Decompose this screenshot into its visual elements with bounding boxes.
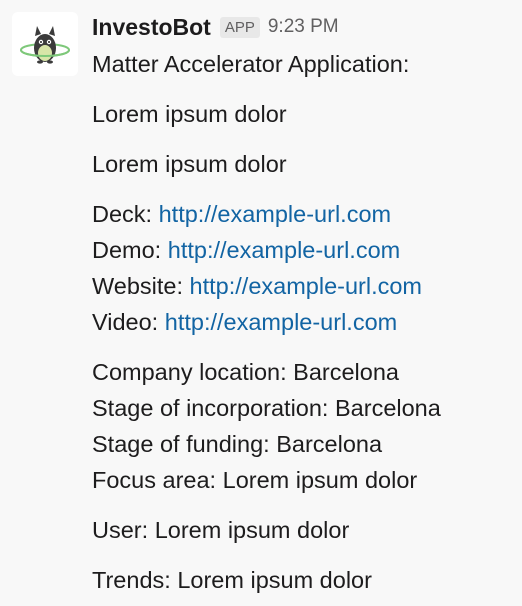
- company-location-label: Company location:: [92, 359, 287, 385]
- deck-link[interactable]: http://example-url.com: [159, 201, 391, 227]
- stage-of-incorporation-line: Stage of incorporation: Barcelona: [92, 390, 514, 426]
- demo-label: Demo:: [92, 237, 162, 263]
- trends-line: Trends: Lorem ipsum dolor: [92, 562, 514, 598]
- avatar[interactable]: [12, 12, 78, 76]
- company-location-value: Barcelona: [293, 359, 399, 385]
- demo-line: Demo: http://example-url.com: [92, 232, 514, 268]
- focus-area-value: Lorem ipsum dolor: [222, 467, 418, 493]
- company-location-line: Company location: Barcelona: [92, 354, 514, 390]
- message-header: InvestoBot APP 9:23 PM: [92, 10, 514, 44]
- website-line: Website: http://example-url.com: [92, 268, 514, 304]
- sender-name[interactable]: InvestoBot: [92, 14, 211, 41]
- chat-message: InvestoBot APP 9:23 PM Matter Accelerato…: [0, 0, 522, 606]
- links-block: Deck: http://example-url.com Demo: http:…: [92, 196, 514, 340]
- video-label: Video:: [92, 309, 159, 335]
- user-label: User:: [92, 517, 149, 543]
- video-link[interactable]: http://example-url.com: [165, 309, 397, 335]
- deck-label: Deck:: [92, 201, 153, 227]
- stage-of-incorporation-value: Barcelona: [335, 395, 441, 421]
- deck-line: Deck: http://example-url.com: [92, 196, 514, 232]
- timestamp[interactable]: 9:23 PM: [268, 16, 339, 38]
- paragraph-1: Lorem ipsum dolor: [92, 101, 287, 127]
- message-body: Matter Accelerator Application: Lorem ip…: [92, 46, 514, 598]
- monster-bot-icon: [20, 26, 70, 64]
- stage-of-funding-value: Barcelona: [276, 431, 383, 457]
- video-line: Video: http://example-url.com: [92, 304, 514, 340]
- stage-of-funding-line: Stage of funding: Barcelona: [92, 426, 514, 462]
- message-content: InvestoBot APP 9:23 PM Matter Accelerato…: [92, 10, 514, 606]
- message-title: Matter Accelerator Application:: [92, 51, 410, 77]
- demo-link[interactable]: http://example-url.com: [168, 237, 400, 263]
- user-value: Lorem ipsum dolor: [154, 517, 350, 543]
- trends-value: Lorem ipsum dolor: [177, 567, 372, 593]
- trends-label: Trends:: [92, 567, 171, 593]
- app-badge: APP: [219, 16, 260, 38]
- paragraph-2: Lorem ipsum dolor: [92, 151, 287, 177]
- website-link[interactable]: http://example-url.com: [190, 273, 422, 299]
- website-label: Website:: [92, 273, 183, 299]
- stage-of-incorporation-label: Stage of incorporation:: [92, 395, 329, 421]
- focus-area-label: Focus area:: [92, 467, 217, 493]
- user-line: User: Lorem ipsum dolor: [92, 512, 514, 548]
- details-block: Company location: Barcelona Stage of inc…: [92, 354, 514, 498]
- focus-area-line: Focus area: Lorem ipsum dolor: [92, 462, 514, 498]
- stage-of-funding-label: Stage of funding:: [92, 431, 270, 457]
